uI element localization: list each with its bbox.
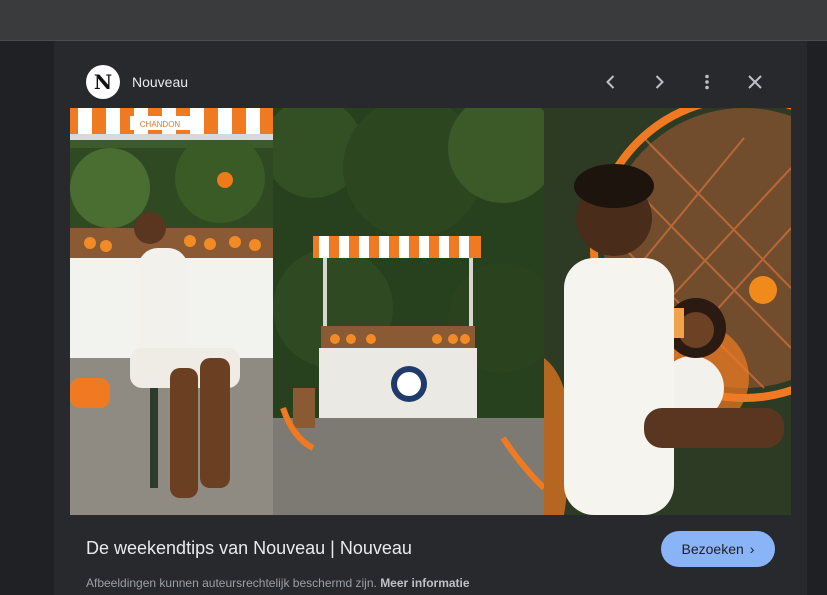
more-info-link[interactable]: Meer informatie: [380, 576, 469, 590]
photo-panel-center: [273, 108, 544, 515]
chevron-left-icon[interactable]: [599, 70, 623, 94]
copyright-notice: Afbeeldingen kunnen auteursrechtelijk be…: [86, 576, 470, 590]
visit-button[interactable]: Bezoeken ›: [661, 531, 775, 567]
preview-header: N Nouveau: [86, 64, 188, 100]
chevron-right-icon[interactable]: [647, 70, 671, 94]
preview-image[interactable]: CHANDON: [70, 108, 791, 515]
result-title[interactable]: De weekendtips van Nouveau | Nouveau: [86, 538, 412, 559]
browser-top-bar: [0, 0, 827, 40]
photo-panel-left: CHANDON: [70, 108, 273, 515]
chevron-right-icon: ›: [749, 541, 755, 557]
photo-panel-right: [544, 108, 791, 515]
scroll-gutter: [807, 41, 827, 595]
site-name[interactable]: Nouveau: [132, 74, 188, 90]
copyright-text: Afbeeldingen kunnen auteursrechtelijk be…: [86, 576, 377, 590]
site-logo[interactable]: N: [86, 65, 120, 99]
close-icon[interactable]: [743, 70, 767, 94]
more-vert-icon[interactable]: [695, 70, 719, 94]
visit-button-label: Bezoeken: [681, 541, 744, 557]
awning-text: CHANDON: [140, 120, 181, 129]
